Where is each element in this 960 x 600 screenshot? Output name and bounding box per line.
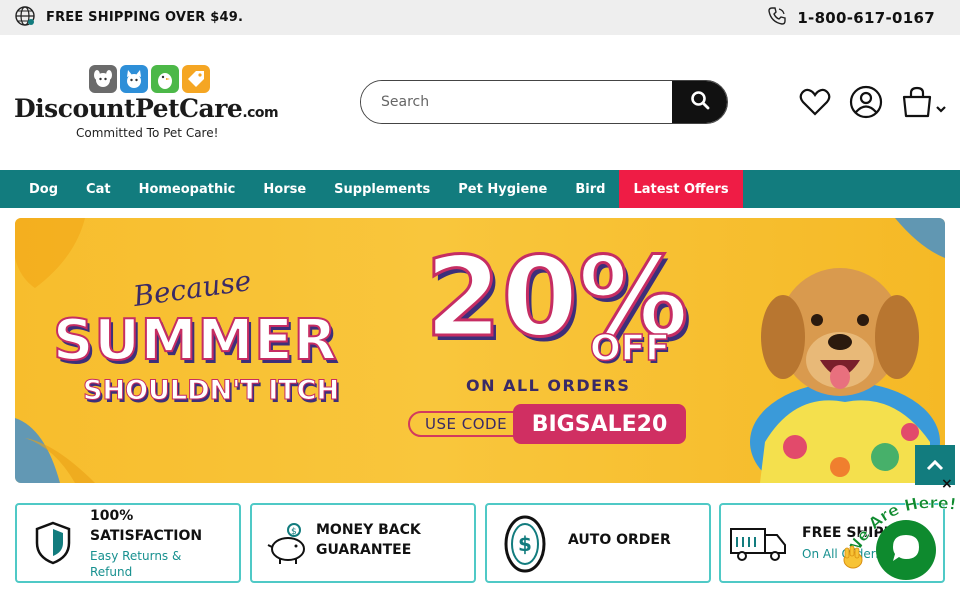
shipping-notice: FREE SHIPPING OVER $49.	[14, 5, 243, 31]
site-header: DiscountPetCare.com Committed To Pet Car…	[0, 35, 960, 170]
nav-item-homeopathic[interactable]: Homeopathic	[125, 170, 250, 208]
svg-text:$: $	[518, 532, 532, 556]
banner-off-text: OFF	[589, 327, 670, 370]
coin-icon: $	[501, 515, 549, 573]
user-icon[interactable]	[849, 85, 883, 123]
site-logo[interactable]: DiscountPetCare.com Committed To Pet Car…	[14, 63, 294, 145]
feature-satisfaction: 100% SATISFACTION Easy Returns & Refund	[15, 503, 241, 583]
feature-title: MONEY BACK GUARANTEE	[316, 522, 421, 558]
piggy-bank-icon: $	[264, 519, 312, 567]
search-bar	[360, 80, 728, 124]
heart-icon[interactable]	[799, 87, 831, 121]
dog-logo-icon	[89, 65, 117, 93]
announcement-bar: FREE SHIPPING OVER $49. 1-800-617-0167	[0, 0, 960, 35]
globe-icon	[14, 5, 36, 31]
nav-item-cat[interactable]: Cat	[72, 170, 125, 208]
shield-icon	[29, 519, 77, 567]
search-button[interactable]	[672, 81, 727, 123]
feature-subtitle: Easy Returns & Refund	[90, 549, 182, 579]
shipping-text: FREE SHIPPING OVER $49.	[46, 10, 244, 25]
chevron-down-icon[interactable]	[935, 99, 947, 118]
feature-title: AUTO ORDER	[568, 532, 671, 548]
nav-item-dog[interactable]: Dog	[15, 170, 72, 208]
banner-promo-code: BIGSALE20	[513, 404, 686, 444]
logo-tagline: Committed To Pet Care!	[76, 126, 219, 140]
nav-item-latest-offers[interactable]: Latest Offers	[619, 170, 743, 208]
logo-pet-icons	[89, 65, 210, 93]
logo-brand-text: DiscountPetCare.com	[14, 94, 279, 123]
main-navigation: Dog Cat Homeopathic Horse Supplements Pe…	[0, 170, 960, 208]
banner-use-code-label: USE CODE	[425, 415, 508, 433]
search-input[interactable]	[361, 81, 672, 123]
chat-bubble-icon	[889, 531, 923, 569]
promo-banner[interactable]: Because SUMMER SHOULDN'T ITCH 20% OFF ON…	[15, 218, 945, 483]
waving-hand-icon	[843, 545, 863, 569]
feature-auto-order: $ AUTO ORDER	[485, 503, 711, 583]
nav-item-bird[interactable]: Bird	[561, 170, 619, 208]
nav-item-pet-hygiene[interactable]: Pet Hygiene	[444, 170, 561, 208]
cart-icon[interactable]	[900, 85, 934, 123]
nav-item-horse[interactable]: Horse	[249, 170, 320, 208]
tag-logo-icon	[182, 65, 210, 93]
banner-on-all-orders: ON ALL ORDERS	[466, 376, 631, 395]
nav-item-supplements[interactable]: Supplements	[320, 170, 444, 208]
truck-icon	[729, 519, 787, 567]
banner-summer-text: SUMMER	[52, 307, 338, 374]
chevron-up-icon	[926, 456, 944, 475]
svg-text:$: $	[291, 527, 297, 537]
cat-logo-icon	[120, 65, 148, 93]
phone-icon	[767, 6, 787, 30]
feature-title: 100% SATISFACTION	[90, 508, 203, 544]
search-icon	[690, 90, 710, 114]
bird-logo-icon	[151, 65, 179, 93]
banner-dog-image	[735, 242, 945, 483]
feature-money-back: $ MONEY BACK GUARANTEE	[250, 503, 476, 583]
phone-number[interactable]: 1-800-617-0167	[797, 9, 935, 27]
chat-open-button[interactable]	[876, 520, 936, 580]
phone-link[interactable]: 1-800-617-0167	[767, 6, 935, 30]
banner-itch-text: SHOULDN'T ITCH	[82, 375, 340, 407]
